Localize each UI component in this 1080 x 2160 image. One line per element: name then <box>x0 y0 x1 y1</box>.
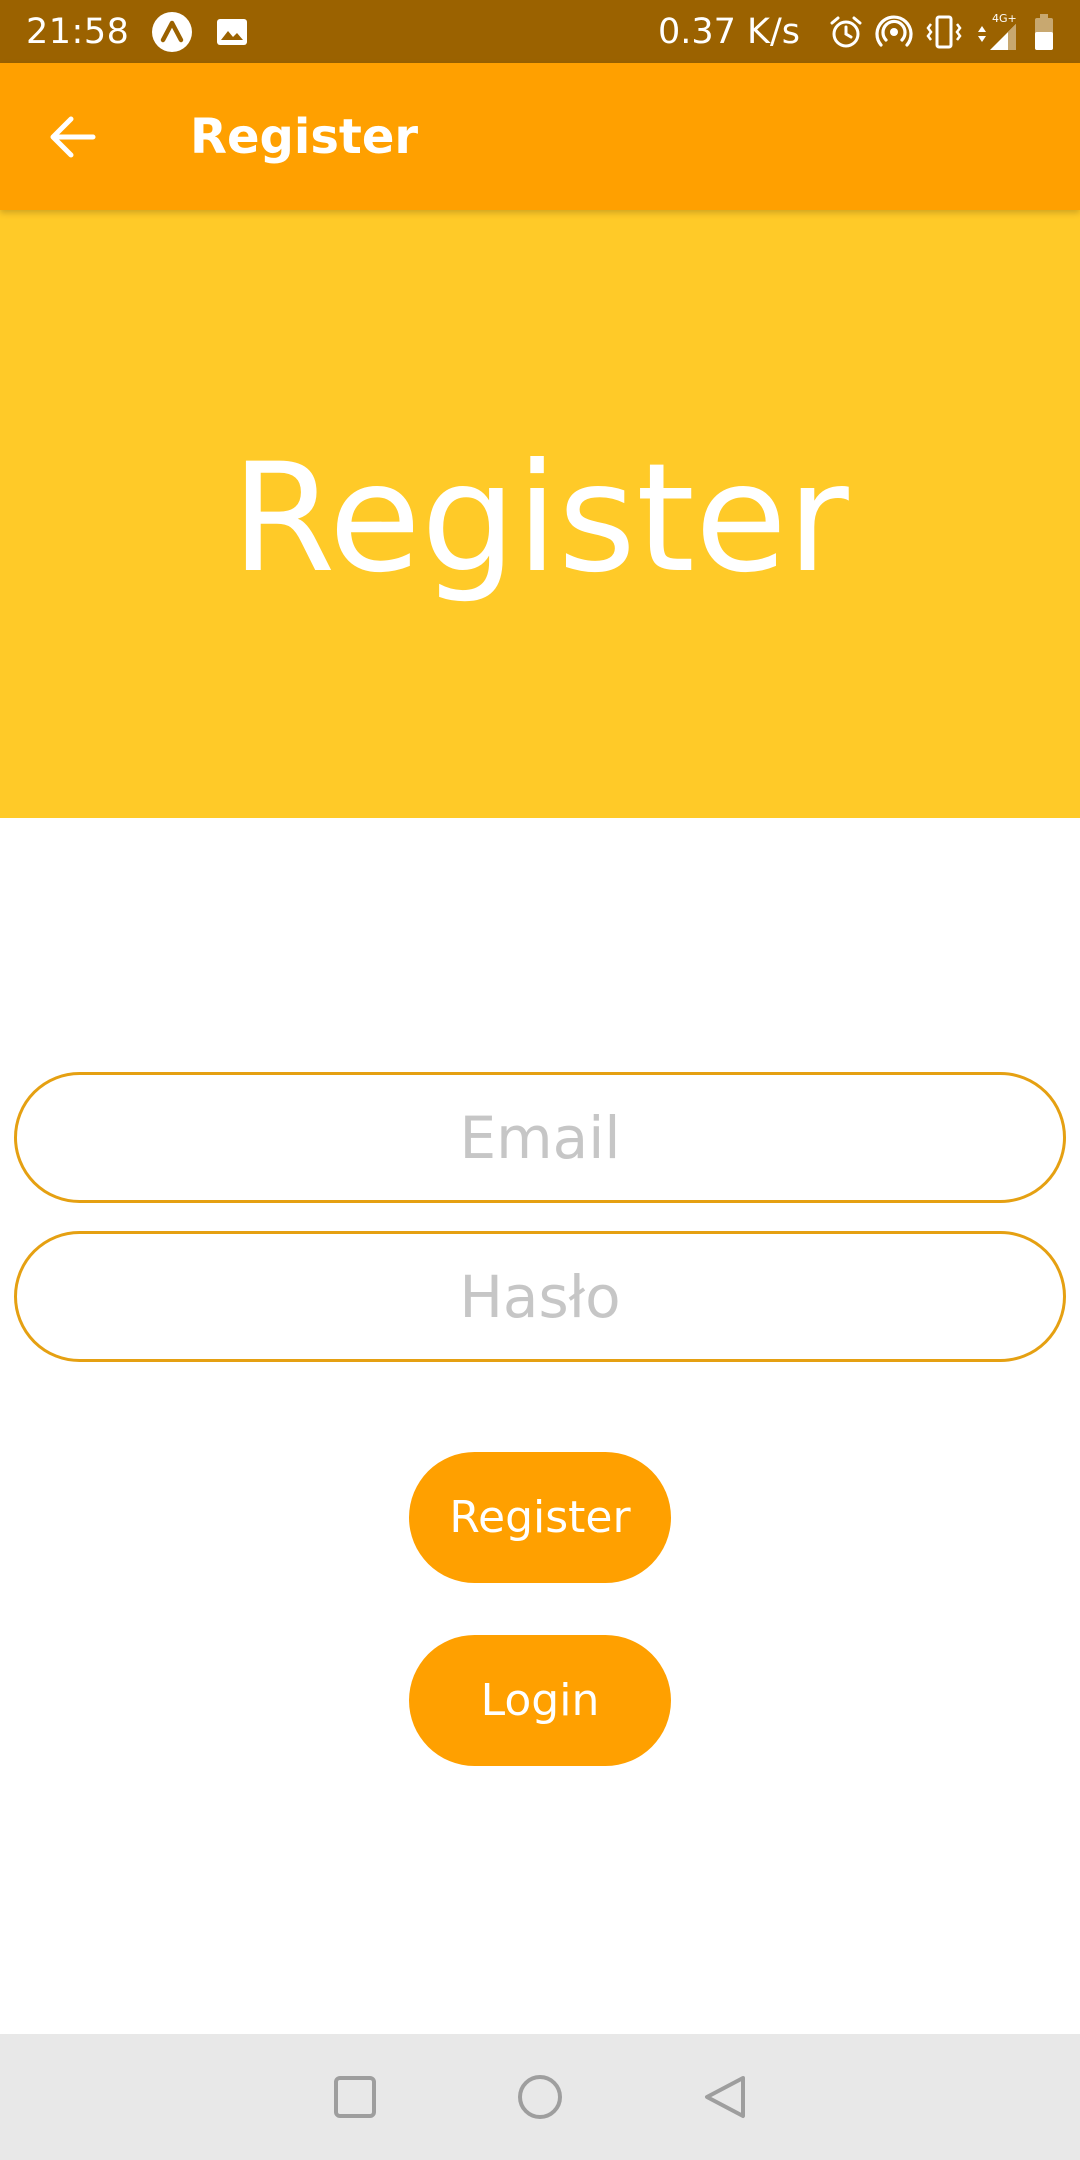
status-time: 21:58 <box>26 11 130 52</box>
back-button[interactable] <box>0 63 150 210</box>
app-bar-title: Register <box>190 108 419 165</box>
app-notification-icon <box>151 11 193 53</box>
hotspot-icon <box>874 14 914 50</box>
register-button[interactable]: Register <box>409 1452 671 1583</box>
network-speed: 0.37 K/s <box>657 11 800 52</box>
password-input[interactable] <box>69 1262 1011 1331</box>
svg-text:4G+: 4G+ <box>992 12 1017 25</box>
status-left: 21:58 <box>26 11 249 53</box>
triangle-back-icon <box>705 2076 745 2118</box>
status-right: 0.37 K/s 4G+ <box>658 12 1056 52</box>
battery-icon <box>1032 12 1056 52</box>
signal-icon: 4G+ <box>974 12 1022 52</box>
email-input[interactable] <box>69 1103 1011 1172</box>
home-button[interactable] <box>500 2057 580 2137</box>
email-field-container <box>14 1072 1066 1203</box>
status-bar: 21:58 0.37 K/s 4G+ <box>0 0 1080 63</box>
vibrate-icon <box>924 14 964 50</box>
circle-icon <box>518 2075 562 2119</box>
hero-title: Register <box>231 432 849 606</box>
navigation-bar <box>0 2034 1080 2160</box>
alarm-icon <box>828 14 864 50</box>
app-bar: Register <box>0 63 1080 210</box>
image-notification-icon <box>215 15 249 49</box>
square-icon <box>334 2076 376 2118</box>
recents-button[interactable] <box>315 2057 395 2137</box>
login-button[interactable]: Login <box>409 1635 671 1766</box>
password-field-container <box>14 1231 1066 1362</box>
register-screen: 21:58 0.37 K/s 4G+ Register Register Ema… <box>0 0 1080 2160</box>
nav-back-button[interactable] <box>685 2057 765 2137</box>
hero-banner: Register <box>0 210 1080 818</box>
arrow-back-icon <box>50 116 96 157</box>
